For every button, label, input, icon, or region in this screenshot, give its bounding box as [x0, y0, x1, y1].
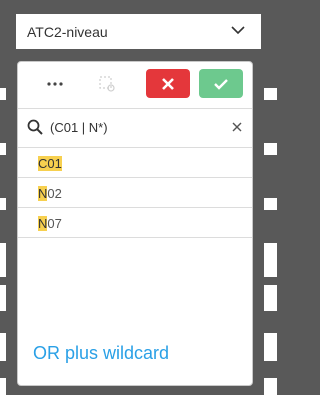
- dropdown-header[interactable]: ATC2-niveau: [16, 14, 261, 49]
- background-row: [264, 333, 277, 361]
- background-row: [264, 378, 277, 395]
- close-icon[interactable]: [232, 122, 242, 132]
- list-item-label: N07: [38, 216, 62, 231]
- more-dots-icon: [47, 81, 63, 86]
- result-list: C01 N02 N07: [18, 148, 252, 238]
- background-row: [0, 243, 6, 277]
- background-row: [0, 88, 6, 100]
- background-row: [0, 378, 6, 395]
- match-rest: 07: [47, 216, 62, 231]
- list-item-label: C01: [38, 156, 62, 171]
- list-item-label: N02: [38, 186, 62, 201]
- match-highlight: N: [38, 186, 48, 201]
- search-icon: [27, 119, 43, 135]
- check-icon: [214, 78, 228, 90]
- toolbar: [18, 62, 252, 109]
- background-row: [0, 285, 6, 311]
- background-row: [264, 285, 277, 311]
- background-row: [264, 198, 277, 210]
- cancel-button[interactable]: [146, 69, 190, 98]
- x-icon: [162, 77, 174, 90]
- more-button[interactable]: [38, 69, 72, 98]
- search-input[interactable]: (C01 | N*): [50, 120, 108, 135]
- tag-icon: [99, 75, 115, 92]
- background-row: [264, 143, 277, 155]
- background-row: [0, 143, 6, 155]
- background-row: [0, 198, 6, 210]
- match-highlight: C01: [38, 156, 62, 171]
- list-item[interactable]: N02: [18, 178, 252, 208]
- tag-button[interactable]: [90, 69, 124, 98]
- chevron-down-icon[interactable]: [231, 25, 245, 35]
- list-item[interactable]: C01: [18, 148, 252, 178]
- match-rest: 02: [47, 186, 62, 201]
- background-row: [264, 243, 277, 277]
- list-item[interactable]: N07: [18, 208, 252, 238]
- confirm-button[interactable]: [199, 69, 243, 98]
- dropdown-title: ATC2-niveau: [27, 24, 108, 40]
- match-highlight: N: [38, 216, 48, 231]
- background-row: [264, 88, 277, 100]
- filter-panel: (C01 | N*) C01 N02 N07 OR plus wildcard: [17, 61, 253, 386]
- search-row: (C01 | N*): [18, 109, 252, 148]
- hint-text: OR plus wildcard: [33, 343, 170, 363]
- background-row: [0, 333, 6, 361]
